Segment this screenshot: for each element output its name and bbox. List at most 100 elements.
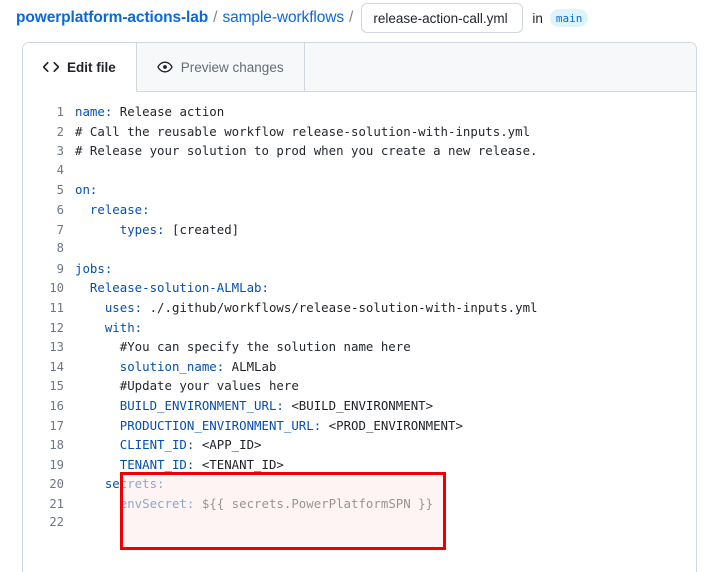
code-token: on: [75,182,97,197]
code-line: 20 secrets: [23,474,696,494]
code-token: secrets: [75,476,165,491]
code-token: ALMLab [224,359,276,374]
code-token: BUILD_ENVIRONMENT_URL: [75,398,284,413]
breadcrumb-folder-link[interactable]: sample-workflows [222,9,344,27]
code-token: TENANT_ID: [75,457,194,472]
line-number: 14 [23,358,75,378]
branch-badge: main [550,9,589,27]
code-line-content[interactable]: TENANT_ID: <TENANT_ID> [75,455,696,475]
code-token: <PROD_ENVIRONMENT> [321,418,463,433]
code-line-content[interactable]: jobs: [75,259,696,279]
line-number: 19 [23,456,75,476]
filename-input[interactable]: release-action-call.yml [361,3,523,33]
code-token: solution_name: [75,359,224,374]
eye-icon [157,59,173,75]
code-token: CLIENT_ID: [75,437,194,452]
line-number: 3 [23,142,75,162]
code-line-content[interactable]: uses: ./.github/workflows/release-soluti… [75,298,696,318]
code-line-content[interactable]: types: [created] [75,220,696,240]
code-line-content[interactable]: with: [75,318,696,338]
line-number: 5 [23,181,75,201]
line-number: 10 [23,279,75,299]
code-line: 21 envSecret: ${{ secrets.PowerPlatformS… [23,494,696,514]
code-token: # Release your solution to prod when you… [75,143,538,158]
code-line-content[interactable]: #Update your values here [75,376,696,396]
code-line-content[interactable]: # Release your solution to prod when you… [75,141,696,161]
line-number: 12 [23,319,75,339]
tab-bar-filler [305,43,696,91]
code-line-content[interactable]: # Call the reusable workflow release-sol… [75,122,696,142]
tab-preview-changes-label: Preview changes [181,60,284,75]
breadcrumb-repo-link[interactable]: powerplatform-actions-lab [16,9,208,27]
code-line-content[interactable]: name: Release action [75,102,696,122]
code-token: types: [75,222,165,237]
code-token: <BUILD_ENVIRONMENT> [284,398,433,413]
code-token: with: [75,320,142,335]
code-token: ./.github/workflows/release-solution-wit… [142,300,537,315]
code-line: 22 [23,513,696,533]
code-token: name: [75,104,112,119]
code-token: Release-solution-ALMLab: [75,280,269,295]
line-number: 17 [23,417,75,437]
code-token: ${{ secrets.PowerPlatformSPN }} [194,496,433,511]
code-line: 7 types: [created] [23,220,696,240]
line-number: 9 [23,260,75,280]
breadcrumb-separator-2: / [349,9,353,27]
code-line-content[interactable]: CLIENT_ID: <APP_ID> [75,435,696,455]
line-number: 18 [23,436,75,456]
code-line: 14 solution_name: ALMLab [23,357,696,377]
code-line: 1name: Release action [23,102,696,122]
code-line-content[interactable]: PRODUCTION_ENVIRONMENT_URL: <PROD_ENVIRO… [75,416,696,436]
code-icon [43,59,59,75]
line-number: 21 [23,495,75,515]
code-line-content[interactable]: BUILD_ENVIRONMENT_URL: <BUILD_ENVIRONMEN… [75,396,696,416]
code-line: 13 #You can specify the solution name he… [23,337,696,357]
line-number: 11 [23,299,75,319]
code-line-content[interactable]: release: [75,200,696,220]
tab-edit-file-label: Edit file [67,60,116,75]
code-token: PRODUCTION_ENVIRONMENT_URL: [75,418,321,433]
code-line-content[interactable]: #You can specify the solution name here [75,337,696,357]
code-line: 4 [23,161,696,181]
code-line: 6 release: [23,200,696,220]
line-number: 2 [23,123,75,143]
code-line-content[interactable]: solution_name: ALMLab [75,357,696,377]
code-token: Release action [112,104,224,119]
line-number: 15 [23,377,75,397]
editor-tab-bar: Edit file Preview changes [23,43,696,92]
code-line: 9jobs: [23,259,696,279]
line-number: 1 [23,103,75,123]
code-line-content[interactable]: envSecret: ${{ secrets.PowerPlatformSPN … [75,494,696,514]
in-label: in [532,11,543,26]
code-line: 12 with: [23,318,696,338]
code-lines-container[interactable]: 1name: Release action2# Call the reusabl… [23,102,696,533]
code-line-content[interactable]: secrets: [75,474,696,494]
line-number: 6 [23,201,75,221]
code-token: #Update your values here [75,378,299,393]
code-line: 10 Release-solution-ALMLab: [23,278,696,298]
line-number: 8 [23,239,75,259]
line-number: 22 [23,513,75,533]
breadcrumb-separator-1: / [213,9,217,27]
breadcrumb: powerplatform-actions-lab / sample-workf… [0,0,709,36]
code-line: 11 uses: ./.github/workflows/release-sol… [23,298,696,318]
code-token: [created] [165,222,240,237]
code-line: 15 #Update your values here [23,376,696,396]
tab-edit-file[interactable]: Edit file [23,43,137,92]
code-token: #You can specify the solution name here [75,339,411,354]
code-line: 16 BUILD_ENVIRONMENT_URL: <BUILD_ENVIRON… [23,396,696,416]
code-token: envSecret: [75,496,194,511]
code-line: 18 CLIENT_ID: <APP_ID> [23,435,696,455]
line-number: 4 [23,161,75,181]
tab-preview-changes[interactable]: Preview changes [137,43,305,91]
line-number: 16 [23,397,75,417]
code-editor[interactable]: 1name: Release action2# Call the reusabl… [23,92,696,572]
line-number: 7 [23,221,75,241]
code-line: 17 PRODUCTION_ENVIRONMENT_URL: <PROD_ENV… [23,416,696,436]
code-token: release: [75,202,150,217]
code-token: <APP_ID> [194,437,261,452]
code-line: 19 TENANT_ID: <TENANT_ID> [23,455,696,475]
code-token: # Call the reusable workflow release-sol… [75,124,530,139]
code-line-content[interactable]: Release-solution-ALMLab: [75,278,696,298]
code-line-content[interactable]: on: [75,180,696,200]
